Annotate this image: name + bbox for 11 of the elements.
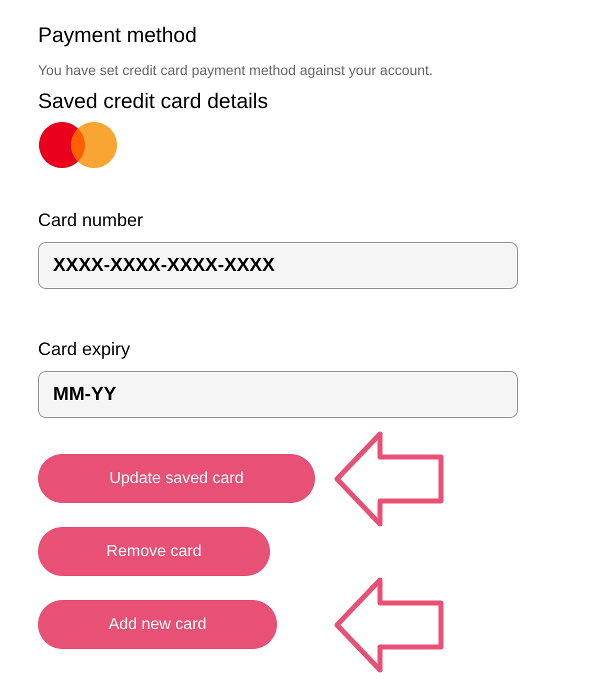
input-field[interactable]: MM-YY (38, 371, 518, 418)
page-title: Payment method (38, 23, 198, 49)
section-heading: Saved credit card details (38, 89, 269, 115)
action-button[interactable]: Add new card (38, 600, 277, 649)
input-field[interactable]: XXXX-XXXX-XXXX-XXXX (38, 242, 518, 289)
action-button[interactable]: Update saved card (38, 454, 315, 503)
action-button[interactable]: Remove card (38, 527, 270, 576)
field-label: Card number (38, 209, 144, 232)
field-label: Card expiry (38, 338, 132, 361)
card-logo-icon (38, 120, 118, 170)
description: You have set credit card payment method against your account. (38, 61, 434, 80)
